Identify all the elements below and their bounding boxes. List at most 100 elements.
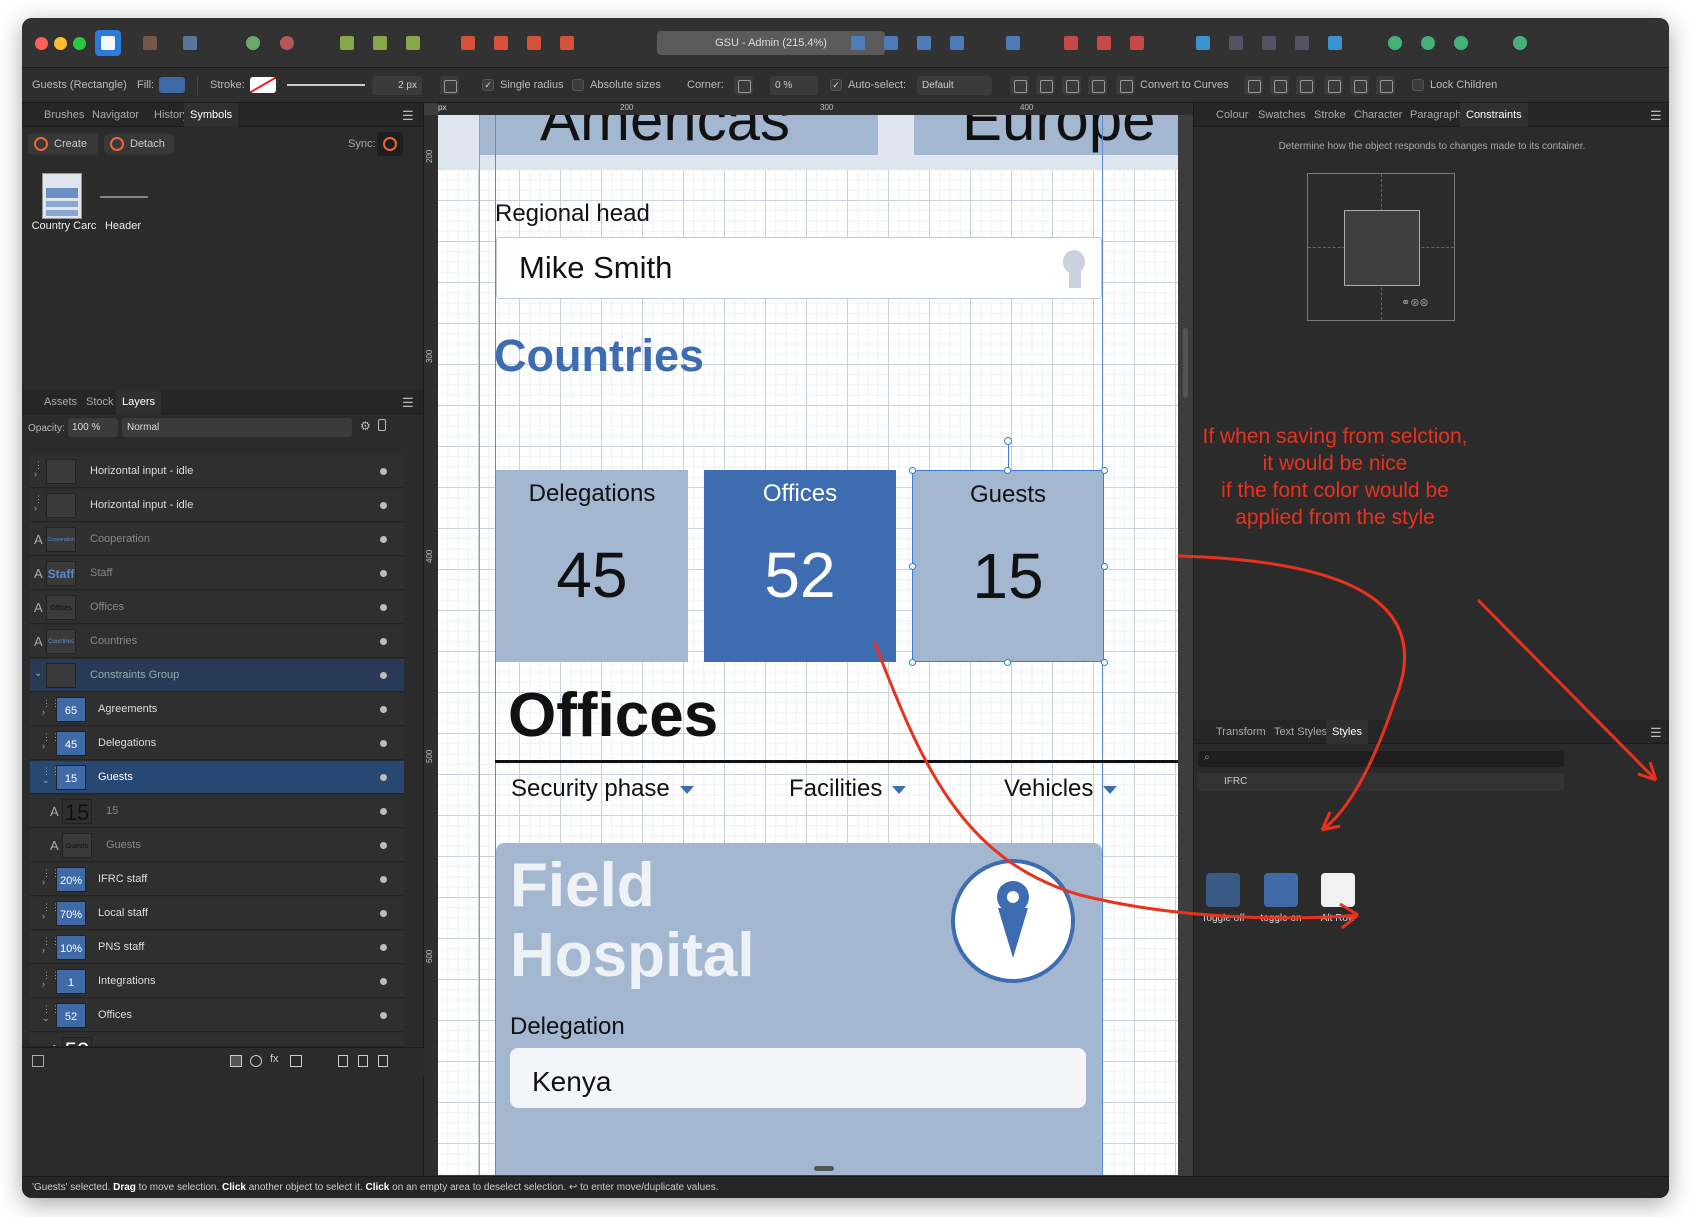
flip-horizontal-icon[interactable] [845,30,871,56]
layer-row[interactable]: A Offices Offices [30,591,404,624]
adjustment-icon[interactable] [250,1055,262,1067]
horizontal-scrollbar[interactable] [814,1166,834,1171]
tab-character[interactable]: Character [1348,103,1408,127]
tab-assets[interactable]: Assets [38,390,83,414]
layer-row[interactable]: ⋮⋮ › Horizontal input - idle [30,489,404,522]
layer-row[interactable]: A Guests Guests [30,829,404,862]
styles-search-input[interactable]: ⌕ [1198,751,1564,767]
designer-persona-icon[interactable] [95,30,121,56]
corner-type-icon[interactable] [734,76,753,95]
group-icon[interactable] [358,1055,368,1067]
select-group-icon[interactable] [400,30,426,56]
tab-americas[interactable]: Americas [480,115,878,155]
styles-menu-icon[interactable] [1650,725,1662,739]
constraints-widget[interactable]: ⚭⊛⊛ [1307,173,1455,321]
style-alt-row[interactable] [1321,873,1355,907]
distribute-icon[interactable] [1062,76,1081,95]
live-filter-icon[interactable] [290,1055,302,1067]
single-radius-checkbox[interactable]: ✓ [482,79,494,91]
layer-row[interactable]: ⋮⋮ › 1 Integrations [30,965,404,998]
transform-origin-icon[interactable] [1010,76,1029,95]
layer-row[interactable]: ⋮⋮ › 65 Agreements [30,693,404,726]
lock-icon[interactable] [378,419,386,431]
absolute-sizes-checkbox[interactable] [572,79,584,91]
snapping-icon[interactable] [274,30,300,56]
layer-row[interactable]: ⋮⋮ › 70% Local staff [30,897,404,930]
close-button[interactable] [35,37,48,50]
arrange-back-icon[interactable] [455,30,481,56]
boolean-subtract-icon[interactable] [1223,30,1249,56]
arrange-backward-icon[interactable] [488,30,514,56]
tab-constraints[interactable]: Constraints [1460,103,1528,127]
tab-paragraph[interactable]: Paragraph [1404,103,1467,127]
selection-handle[interactable] [1101,659,1108,666]
tab-europe[interactable]: Europe [914,115,1178,155]
fx-icon[interactable]: fx [270,1053,279,1065]
card-offices[interactable]: Offices 52 [704,470,896,662]
rotate-right-icon[interactable] [944,30,970,56]
align-left-icon[interactable] [1244,76,1263,95]
tab-symbols[interactable]: Symbols [184,103,239,127]
align-bottom-icon[interactable] [1376,76,1395,95]
layer-row[interactable]: A Cooperation Cooperation [30,523,404,556]
user-icon[interactable] [1507,30,1533,56]
tab-navigator[interactable]: Navigator [86,103,145,127]
lock-children-checkbox[interactable] [1412,79,1424,91]
boolean-xor-icon[interactable] [1289,30,1315,56]
arrange-front-icon[interactable] [554,30,580,56]
layers-menu-icon[interactable] [402,395,414,409]
view-mode-icon[interactable] [1091,30,1117,56]
snapping-magnet-icon[interactable] [1124,30,1150,56]
office-card[interactable]: Field Hospital Delegation Kenya [496,843,1102,1175]
grid-icon[interactable] [1058,30,1084,56]
auto-select-dropdown[interactable]: Default [917,76,992,95]
layer-row[interactable]: ⋮⋮ › 20% IFRC staff [30,863,404,896]
export-persona-icon[interactable] [177,30,203,56]
layer-row-group[interactable]: ⌄ Constraints Group [30,659,404,692]
selection-handle[interactable] [1004,467,1011,474]
tab-colour[interactable]: Colour [1210,103,1254,127]
layer-row[interactable]: ⋮⋮ › 10% PNS staff [30,931,404,964]
tab-styles[interactable]: Styles [1326,720,1368,744]
convert-curves-icon[interactable] [1116,76,1135,95]
tab-swatches[interactable]: Swatches [1252,103,1312,127]
select-icon[interactable] [334,30,360,56]
grid-toggle-icon[interactable] [1088,76,1107,95]
selection-handle[interactable] [1004,659,1011,666]
tab-transform[interactable]: Transform [1210,720,1272,744]
boolean-intersect-icon[interactable] [1256,30,1282,56]
artboard[interactable]: Americas Europe Regional head Mike Smith… [438,115,1178,1175]
selection-handle[interactable] [909,563,916,570]
vertical-scrollbar[interactable] [1183,328,1188,398]
flip-vertical-icon[interactable] [878,30,904,56]
layer-settings-icon[interactable]: ⚙ [360,419,371,433]
selection-handle[interactable] [1101,563,1108,570]
constraint-lock-icon[interactable]: ⚭⊛⊛ [1401,296,1429,309]
layer-row[interactable]: A 15 15 [30,795,404,828]
style-toggle-off[interactable] [1206,873,1240,907]
create-symbol-button[interactable]: Create [28,134,98,154]
layer-row[interactable]: A52 [30,1033,404,1047]
regional-head-input[interactable]: Mike Smith [496,237,1102,299]
transform-icon[interactable] [1036,76,1055,95]
stroke-width-field[interactable]: 2 px [372,76,422,95]
layer-row-selected[interactable]: ⋮⋮ ⌄ 15 Guests [30,761,404,794]
layer-row[interactable]: ⋮⋮ › 45 Delegations [30,727,404,760]
insert-inside-icon[interactable] [1382,30,1408,56]
corner-value-field[interactable]: 0 % [770,76,818,95]
zoom-button[interactable] [73,37,86,50]
insert-front-icon[interactable] [1448,30,1474,56]
align-icon[interactable] [1000,30,1026,56]
detach-symbol-button[interactable]: Detach [104,134,174,154]
stroke-width-slider[interactable] [287,84,365,86]
fill-swatch[interactable] [159,77,185,93]
style-toggle-on[interactable] [1264,873,1298,907]
constraints-menu-icon[interactable] [1650,108,1662,122]
select-all-icon[interactable] [367,30,393,56]
stroke-settings-icon[interactable] [440,76,459,95]
layer-row[interactable]: ⋮⋮ › Horizontal input - idle [30,455,404,488]
panel-menu-icon[interactable] [402,108,414,122]
styles-category-dropdown[interactable]: IFRC [1198,773,1564,791]
align-top-icon[interactable] [1324,76,1343,95]
selection-handle[interactable] [909,659,916,666]
